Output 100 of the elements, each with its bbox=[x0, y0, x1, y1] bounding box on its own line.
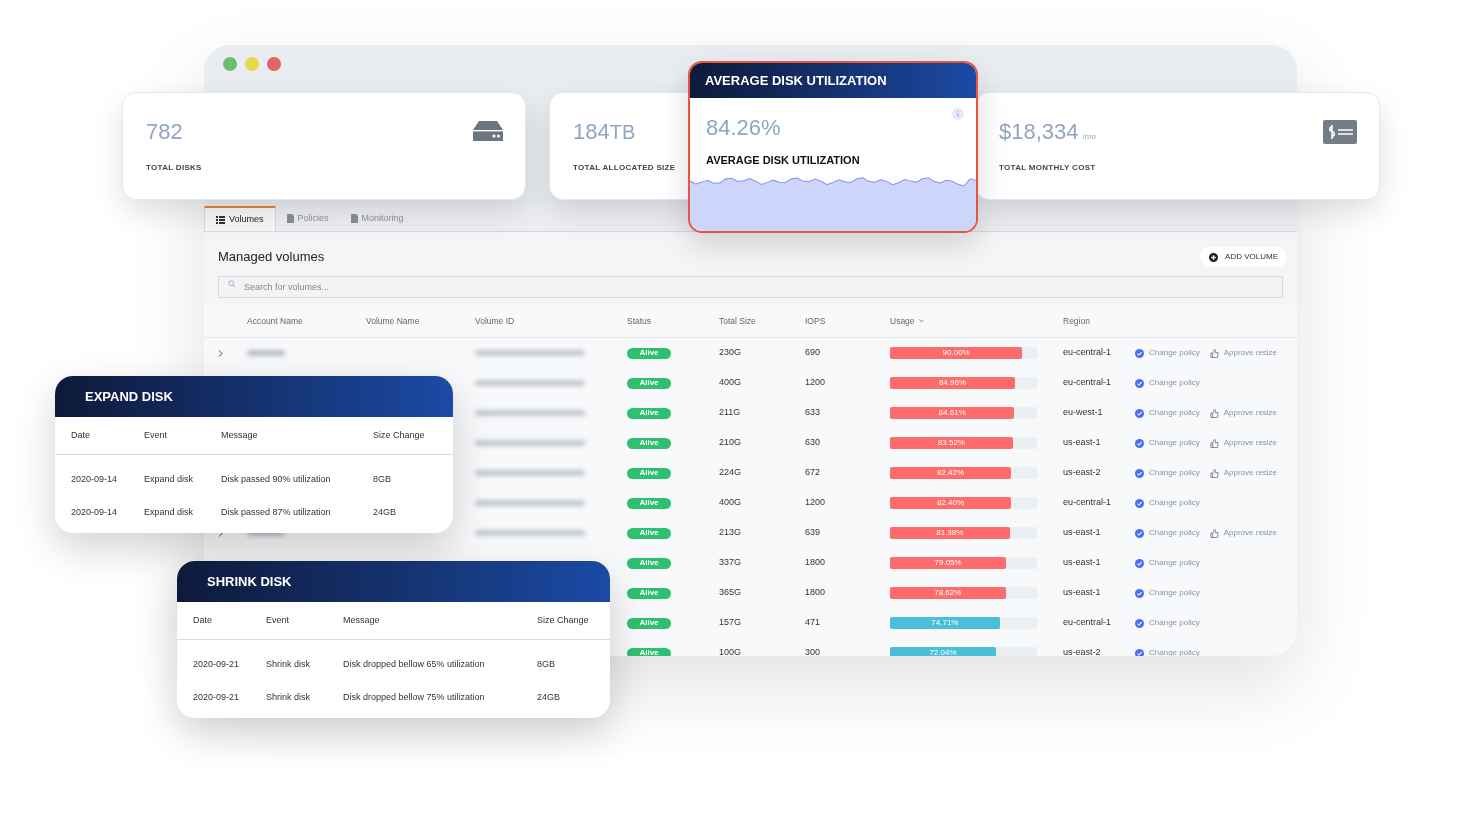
approve-resize-link[interactable]: Approve resize bbox=[1209, 347, 1278, 359]
status-badge: Alive bbox=[627, 527, 671, 539]
table-cell-text: Expand disk bbox=[144, 472, 195, 486]
table-cell-text: 633 bbox=[805, 406, 822, 420]
table-cell-text: 365G bbox=[719, 586, 743, 600]
table-cell-text: 1200 bbox=[805, 496, 827, 510]
table-cell-text: 672 bbox=[805, 466, 822, 480]
table-cell-text: 157G bbox=[719, 616, 743, 630]
table-cell-text: eu-central-1 bbox=[1063, 496, 1113, 510]
change-policy-link[interactable]: Change policy bbox=[1135, 617, 1200, 629]
tab[interactable]: Policies bbox=[275, 206, 340, 231]
column-header: Volume ID bbox=[475, 314, 516, 328]
status-badge: Alive bbox=[627, 347, 671, 359]
table-cell-text: Shrink disk bbox=[266, 690, 311, 704]
document-icon bbox=[286, 214, 294, 223]
table-cell-text: Expand disk bbox=[144, 505, 195, 519]
column-header: Event bbox=[266, 613, 290, 627]
table-cell-text: 24GB bbox=[373, 505, 397, 519]
panel-title: Managed volumes bbox=[218, 248, 325, 267]
change-policy-link[interactable]: Change policy bbox=[1135, 647, 1200, 656]
stat-value: 184 bbox=[573, 118, 610, 146]
column-header[interactable]: Usage bbox=[890, 314, 1063, 328]
usage-label: 82.42% bbox=[937, 467, 965, 479]
search-field[interactable]: Search for volumes... bbox=[218, 276, 1283, 298]
chevron-right-icon[interactable] bbox=[218, 349, 223, 357]
change-policy-link[interactable]: Change policy bbox=[1135, 467, 1200, 479]
table-cell-text: us-east-1 bbox=[1063, 586, 1102, 600]
table-cell-text: eu-central-1 bbox=[1063, 616, 1113, 630]
table-cell-text: 630 bbox=[805, 436, 822, 450]
table-cell-text: Disk dropped bellow 65% utilization bbox=[343, 657, 486, 671]
check-circle-icon bbox=[1135, 438, 1144, 448]
approve-resize-link[interactable]: Approve resize bbox=[1209, 437, 1278, 449]
column-header: Size Change bbox=[537, 613, 590, 627]
check-circle-icon bbox=[1135, 348, 1144, 358]
stat-label: AVERAGE DISK UTILIZATION bbox=[706, 153, 861, 168]
usage-label: 72.04% bbox=[929, 647, 957, 656]
stat-value: $18,334 bbox=[999, 118, 1079, 146]
info-icon[interactable] bbox=[952, 108, 964, 120]
check-circle-icon bbox=[1135, 468, 1144, 478]
table-cell-text: eu-central-1 bbox=[1063, 376, 1113, 390]
thumbs-up-icon bbox=[1209, 468, 1219, 478]
change-policy-link[interactable]: Change policy bbox=[1135, 437, 1200, 449]
check-circle-icon bbox=[1135, 558, 1144, 568]
plus-circle-icon bbox=[1209, 252, 1219, 262]
change-policy-link[interactable]: Change policy bbox=[1135, 587, 1200, 599]
table-cell-text: 100G bbox=[719, 646, 743, 656]
usage-label: 78.62% bbox=[934, 587, 962, 599]
table-cell-text: us-east-1 bbox=[1063, 436, 1102, 450]
table-cell-text: 2020-09-21 bbox=[193, 657, 241, 671]
document-icon bbox=[350, 214, 358, 223]
usage-label: 79.05% bbox=[934, 557, 962, 569]
change-policy-link[interactable]: Change policy bbox=[1135, 497, 1200, 509]
tab[interactable]: Monitoring bbox=[339, 206, 415, 231]
column-header: IOPS bbox=[805, 314, 827, 328]
status-badge: Alive bbox=[627, 617, 671, 629]
table-cell-text: 1800 bbox=[805, 556, 827, 570]
change-policy-link[interactable]: Change policy bbox=[1135, 377, 1200, 389]
table-cell-text: 400G bbox=[719, 496, 743, 510]
column-header: Message bbox=[221, 428, 259, 442]
change-policy-link[interactable]: Change policy bbox=[1135, 557, 1200, 569]
chevron-down-icon bbox=[918, 319, 924, 323]
status-badge: Alive bbox=[627, 497, 671, 509]
column-header: Total Size bbox=[719, 314, 757, 328]
table-cell-text: 2020-09-14 bbox=[71, 505, 119, 519]
table-cell-text: 2020-09-14 bbox=[71, 472, 119, 486]
change-policy-link[interactable]: Change policy bbox=[1135, 407, 1200, 419]
status-badge: Alive bbox=[627, 647, 671, 656]
status-badge: Alive bbox=[627, 587, 671, 599]
search-icon bbox=[228, 280, 236, 288]
stat-unit: TB bbox=[609, 120, 636, 145]
table-cell-text: 300 bbox=[805, 646, 822, 656]
table-cell-text: us-east-1 bbox=[1063, 556, 1102, 570]
table-cell-text: 213G bbox=[719, 526, 743, 540]
check-circle-icon bbox=[1135, 378, 1144, 388]
approve-resize-link[interactable]: Approve resize bbox=[1209, 527, 1278, 539]
table-cell-text: 690 bbox=[805, 346, 822, 360]
usage-label: 82.40% bbox=[937, 497, 965, 509]
check-circle-icon bbox=[1135, 498, 1144, 508]
change-policy-link[interactable]: Change policy bbox=[1135, 527, 1200, 539]
table-cell-text: eu-central-1 bbox=[1063, 346, 1113, 360]
stat-label: TOTAL DISKS bbox=[146, 162, 203, 174]
table-cell-text: us-east-1 bbox=[1063, 526, 1102, 540]
approve-resize-link[interactable]: Approve resize bbox=[1209, 407, 1278, 419]
status-badge: Alive bbox=[627, 377, 671, 389]
table-cell-text: Disk passed 90% utilization bbox=[221, 472, 332, 486]
card-title: EXPAND DISK bbox=[85, 387, 173, 406]
change-policy-link[interactable]: Change policy bbox=[1135, 347, 1200, 359]
tab[interactable]: Volumes bbox=[204, 206, 276, 231]
table-cell-text: 639 bbox=[805, 526, 822, 540]
list-icon bbox=[216, 215, 225, 224]
table-cell-text: 210G bbox=[719, 436, 743, 450]
column-header: Size Change bbox=[373, 428, 426, 442]
usage-label: 90.00% bbox=[942, 347, 970, 359]
column-header: Event bbox=[144, 428, 168, 442]
table-cell-text: 8GB bbox=[537, 657, 556, 671]
approve-resize-link[interactable]: Approve resize bbox=[1209, 467, 1278, 479]
thumbs-up-icon bbox=[1209, 528, 1219, 538]
usage-label: 81.38% bbox=[936, 527, 964, 539]
add-volume-button[interactable]: ADD VOLUME bbox=[1200, 247, 1287, 267]
thumbs-up-icon bbox=[1209, 438, 1219, 448]
